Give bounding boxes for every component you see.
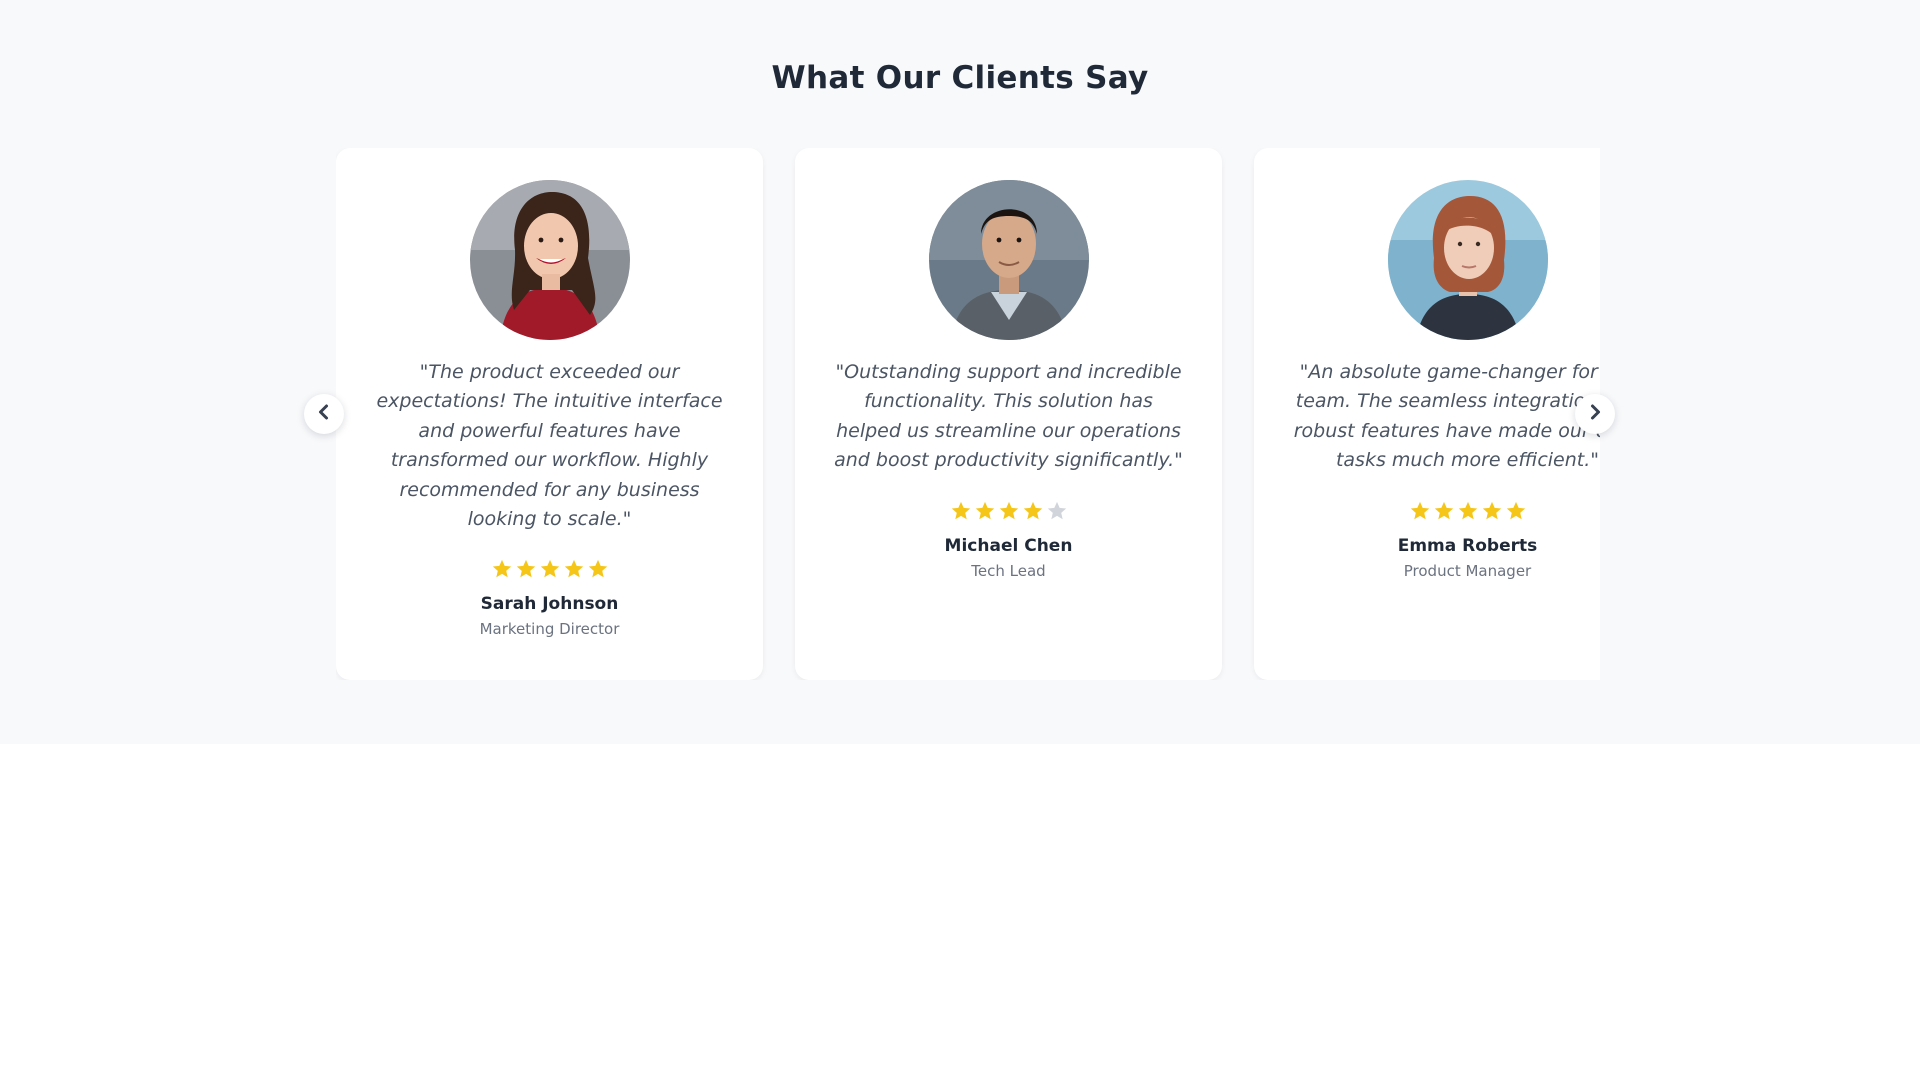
carousel-track: "The product exceeded our expectations! … <box>336 148 1600 680</box>
testimonial-carousel: "The product exceeded our expectations! … <box>336 148 1600 680</box>
star-filled-icon <box>492 560 511 578</box>
avatar <box>928 180 1089 340</box>
testimonials-section: What Our Clients Say "The product exceed… <box>0 0 1920 744</box>
section-title: What Our Clients Say <box>771 60 1149 96</box>
avatar <box>1387 180 1548 340</box>
star-rating <box>831 500 1186 526</box>
star-filled-icon <box>588 560 607 578</box>
next-button[interactable] <box>1575 394 1615 434</box>
client-role: Product Manager <box>1403 561 1532 580</box>
star-filled-icon <box>1482 501 1501 519</box>
previous-button[interactable] <box>304 394 344 434</box>
client-name: Michael Chen <box>944 535 1073 556</box>
client-role: Tech Lead <box>971 561 1046 580</box>
testimonial-quote: "The product exceeded our expectations! … <box>376 361 723 531</box>
testimonial-card: "An absolute game-changer for our team. … <box>1254 148 1600 680</box>
chevron-left-icon <box>314 402 334 426</box>
client-name: Emma Roberts <box>1397 535 1538 556</box>
star-rating <box>1290 500 1600 526</box>
star-filled-icon <box>999 501 1018 519</box>
star-filled-icon <box>975 501 994 519</box>
testimonial-quote: "Outstanding support and incredible func… <box>834 361 1183 472</box>
chevron-right-icon <box>1585 402 1605 426</box>
star-rating <box>372 558 727 584</box>
star-filled-icon <box>1434 501 1453 519</box>
testimonial-quote: "An absolute game-changer for our team. … <box>1293 361 1600 472</box>
star-filled-icon <box>516 560 535 578</box>
star-filled-icon <box>1410 501 1429 519</box>
star-filled-icon <box>540 560 559 578</box>
testimonial-card: "The product exceeded our expectations! … <box>336 148 763 680</box>
avatar <box>469 180 630 340</box>
testimonial-card: "Outstanding support and incredible func… <box>795 148 1222 680</box>
star-filled-icon <box>1458 501 1477 519</box>
star-filled-icon <box>1506 501 1525 519</box>
star-filled-icon <box>1023 501 1042 519</box>
client-name: Sarah Johnson <box>480 594 619 615</box>
client-role: Marketing Director <box>479 620 620 639</box>
star-filled-icon <box>951 501 970 519</box>
star-filled-icon <box>564 560 583 578</box>
star-empty-icon <box>1047 501 1066 519</box>
